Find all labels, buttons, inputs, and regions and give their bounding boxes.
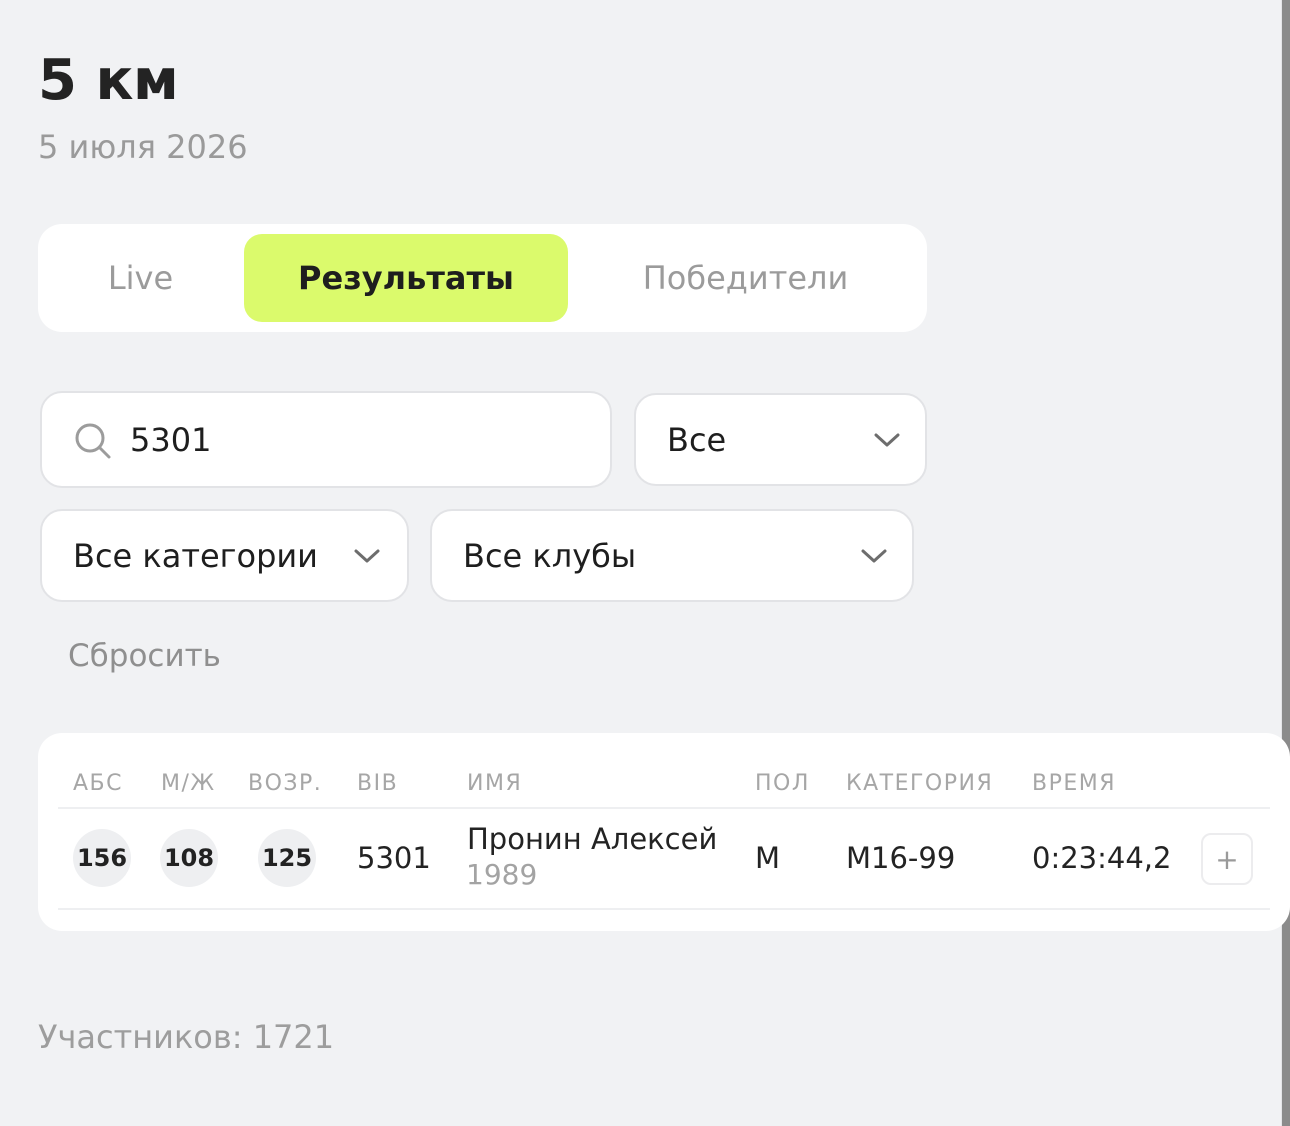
category-cell: М16-99 [846,841,956,875]
athlete-name[interactable]: Пронин Алексей [467,822,717,856]
column-header-bib[interactable]: BIB [357,771,398,796]
tab-winners[interactable]: Победители [598,234,893,322]
expand-row-button[interactable]: + [1201,833,1253,885]
tab-bar: Live Результаты Победители [38,224,927,332]
row-divider [58,908,1270,910]
club-select[interactable]: Все клубы [430,509,914,602]
column-header-sex[interactable]: ПОЛ [755,771,810,796]
gender-select-value: Все [667,420,727,459]
abs-place-badge: 156 [73,829,131,887]
search-input[interactable] [130,411,590,469]
tab-results[interactable]: Результаты [244,234,568,322]
tab-live[interactable]: Live [38,234,243,322]
search-icon [75,423,111,459]
column-header-name[interactable]: ИМЯ [467,771,522,796]
time-cell: 0:23:44,2 [1032,841,1172,875]
column-header-category[interactable]: КАТЕГОРИЯ [846,771,993,796]
category-select-value: Все категории [73,536,318,575]
results-table: АБС М/Ж ВОЗР. BIB ИМЯ ПОЛ КАТЕГОРИЯ ВРЕМ… [38,733,1290,931]
race-date: 5 июля 2026 [38,128,248,166]
column-header-time[interactable]: ВРЕМЯ [1032,771,1116,796]
chevron-down-icon [354,549,380,562]
column-header-age-place[interactable]: ВОЗР. [248,771,322,796]
search-box[interactable] [40,391,612,488]
participants-count: Участников: 1721 [38,1018,335,1056]
chevron-down-icon [861,549,887,562]
reset-filters-button[interactable]: Сбросить [68,638,221,674]
category-select[interactable]: Все категории [40,509,409,602]
club-select-value: Все клубы [463,536,637,575]
athlete-birth-year: 1989 [466,858,538,891]
gender-place-badge: 108 [160,829,218,887]
scrollbar-thumb[interactable] [1282,0,1290,1126]
sex-cell: М [755,841,781,875]
column-header-gender-place[interactable]: М/Ж [161,771,216,796]
header-divider [58,807,1270,809]
gender-select[interactable]: Все [634,393,927,486]
bib-cell: 5301 [357,841,431,875]
column-header-abs[interactable]: АБС [73,771,123,796]
chevron-down-icon [874,433,900,446]
page-title: 5 км [38,48,179,113]
age-place-badge: 125 [258,829,316,887]
